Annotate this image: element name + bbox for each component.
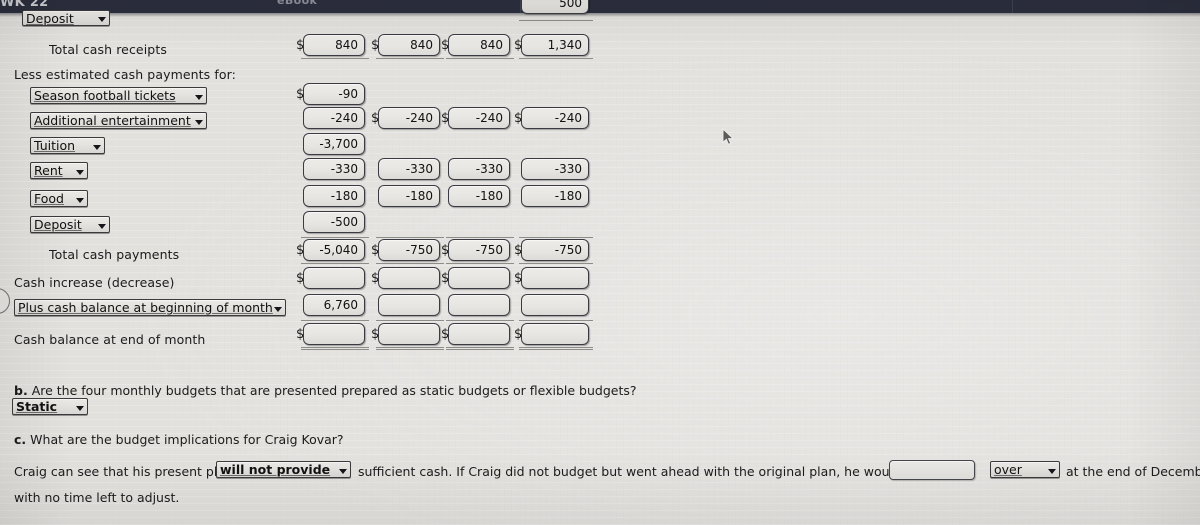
question-c-marker: c.: [14, 432, 27, 447]
cell-tuition-col1[interactable]: -3,700: [303, 133, 365, 155]
rule-receipts-c3: [446, 58, 514, 59]
cell-end-balance-col2[interactable]: [378, 323, 440, 345]
chevron-down-icon: [76, 197, 84, 203]
label-less-estimated-cash-payments: Less estimated cash payments for:: [14, 67, 236, 82]
select-season-football-tickets[interactable]: Season football tickets: [30, 87, 207, 104]
cell-food-col4[interactable]: -180: [521, 185, 589, 207]
question-b-marker: b.: [14, 383, 28, 398]
cell-entertainment-col2[interactable]: -240: [378, 107, 440, 129]
cell-football-tickets-col1[interactable]: -90: [303, 83, 365, 105]
cell-cash-increase-col2[interactable]: [378, 267, 440, 289]
rule-end-c1: [301, 347, 369, 350]
cell-cash-increase-col1[interactable]: [303, 267, 365, 289]
cell-total-payments-col4[interactable]: -750: [521, 239, 589, 261]
rule-end-c3: [446, 347, 514, 350]
rule-payments-c4: [519, 263, 593, 264]
label-total-cash-payments: Total cash payments: [49, 247, 180, 262]
cell-total-receipts-col2[interactable]: 840: [378, 34, 440, 56]
chevron-down-icon: [274, 306, 282, 312]
cell-food-col2[interactable]: -180: [378, 185, 440, 207]
question-c-para-1: Craig can see that his present plan: [14, 464, 233, 479]
chevron-down-icon: [98, 223, 106, 229]
rule-above-end-c3: [446, 320, 514, 321]
question-c-para-4: with no time left to adjust.: [14, 490, 180, 505]
cell-entertainment-col1[interactable]: -240: [303, 107, 365, 129]
chevron-down-icon: [195, 94, 203, 100]
rule-payments-c2: [376, 263, 444, 264]
chevron-down-icon: [76, 405, 84, 411]
select-food[interactable]: Food: [30, 190, 88, 207]
question-c-text: What are the budget implications for Cra…: [30, 432, 344, 447]
label-cash-balance-end-of-month: Cash balance at end of month: [14, 332, 206, 347]
question-b-text: Are the four monthly budgets that are pr…: [31, 383, 637, 398]
cell-rent-col3[interactable]: -330: [448, 158, 510, 180]
chevron-down-icon: [1048, 468, 1056, 474]
rule-above-end-c4: [519, 320, 593, 321]
cash-budget-worksheet: Deposit 500 Total cash receipts $ 840 $ …: [0, 0, 1200, 525]
chevron-down-icon: [98, 17, 106, 22]
input-overunder-amount[interactable]: [889, 460, 975, 480]
cell-end-balance-col1[interactable]: [303, 323, 365, 345]
cell-entertainment-col4[interactable]: -240: [521, 107, 589, 129]
rule-receipts-c2: [376, 58, 444, 59]
select-plus-cash-balance-beginning[interactable]: Plus cash balance at beginning of month: [14, 299, 286, 316]
rule-above-payments-c4: [519, 237, 593, 238]
cell-total-payments-col1[interactable]: -5,040: [303, 239, 365, 261]
rule-above-payments-c1: [301, 237, 369, 238]
rule-above-end-c2: [376, 320, 444, 321]
cell-food-col1[interactable]: -180: [303, 185, 365, 207]
page-edge-artifact: [0, 288, 10, 314]
rule-payments-c1: [301, 263, 369, 264]
cell-total-payments-col3[interactable]: -750: [448, 239, 510, 261]
select-rent[interactable]: Rent: [30, 162, 88, 179]
rule-above-total-receipts: [519, 20, 593, 21]
cell-cash-increase-col3[interactable]: [448, 267, 510, 289]
rule-receipts-c1: [301, 58, 369, 59]
cell-beginning-balance-col2[interactable]: [378, 294, 440, 316]
cell-beginning-balance-col1[interactable]: 6,760: [303, 294, 365, 316]
rule-above-payments-c2: [376, 237, 444, 238]
cell-total-receipts-col1[interactable]: 840: [303, 34, 365, 56]
cell-cash-increase-col4[interactable]: [521, 267, 589, 289]
chevron-down-icon: [93, 144, 101, 150]
cell-rent-col1[interactable]: -330: [303, 158, 365, 180]
question-c-para-2: sufficient cash. If Craig did not budget…: [358, 464, 933, 479]
select-deposit-partial[interactable]: Deposit: [22, 10, 110, 26]
question-b-line: b. Are the four monthly budgets that are…: [14, 383, 637, 398]
label-total-cash-receipts: Total cash receipts: [49, 42, 167, 57]
cell-beginning-balance-col3[interactable]: [448, 294, 510, 316]
cell-end-balance-col4[interactable]: [521, 323, 589, 345]
label-cash-increase-decrease: Cash increase (decrease): [14, 275, 175, 290]
select-question-b-answer[interactable]: Static: [12, 398, 88, 415]
select-deposit[interactable]: Deposit: [30, 216, 110, 233]
rule-receipts-c4: [519, 58, 593, 59]
rule-above-end-c1: [301, 320, 369, 321]
select-over-under[interactable]: over: [990, 461, 1060, 478]
cell-entertainment-col3[interactable]: -240: [448, 107, 510, 129]
rule-above-payments-c3: [446, 237, 514, 238]
chevron-down-icon: [76, 169, 84, 175]
cell-end-balance-col3[interactable]: [448, 323, 510, 345]
cell-total-receipts-col4[interactable]: 1,340: [521, 34, 589, 56]
chevron-down-icon: [195, 119, 203, 125]
chevron-down-icon: [339, 468, 347, 474]
cell-food-col3[interactable]: -180: [448, 185, 510, 207]
cell-total-payments-col2[interactable]: -750: [378, 239, 440, 261]
rule-end-c2: [376, 347, 444, 350]
select-additional-entertainment[interactable]: Additional entertainment: [30, 112, 207, 129]
cell-rent-col2[interactable]: -330: [378, 158, 440, 180]
cell-total-receipts-col3[interactable]: 840: [448, 34, 510, 56]
select-tuition[interactable]: Tuition: [30, 137, 105, 154]
rule-payments-c3: [446, 263, 514, 264]
cell-deposit-col1[interactable]: -500: [303, 211, 365, 233]
question-c-para-3: at the end of December,: [1066, 464, 1200, 479]
mouse-cursor: [722, 127, 735, 146]
cell-rent-col4[interactable]: -330: [521, 158, 589, 180]
rule-end-c4: [519, 347, 593, 350]
question-c-line: c. What are the budget implications for …: [14, 432, 344, 447]
select-will-not-provide[interactable]: will not provide: [216, 461, 351, 478]
cell-deposit-partial-col4[interactable]: 500: [521, 0, 589, 14]
cell-beginning-balance-col4[interactable]: [521, 294, 589, 316]
